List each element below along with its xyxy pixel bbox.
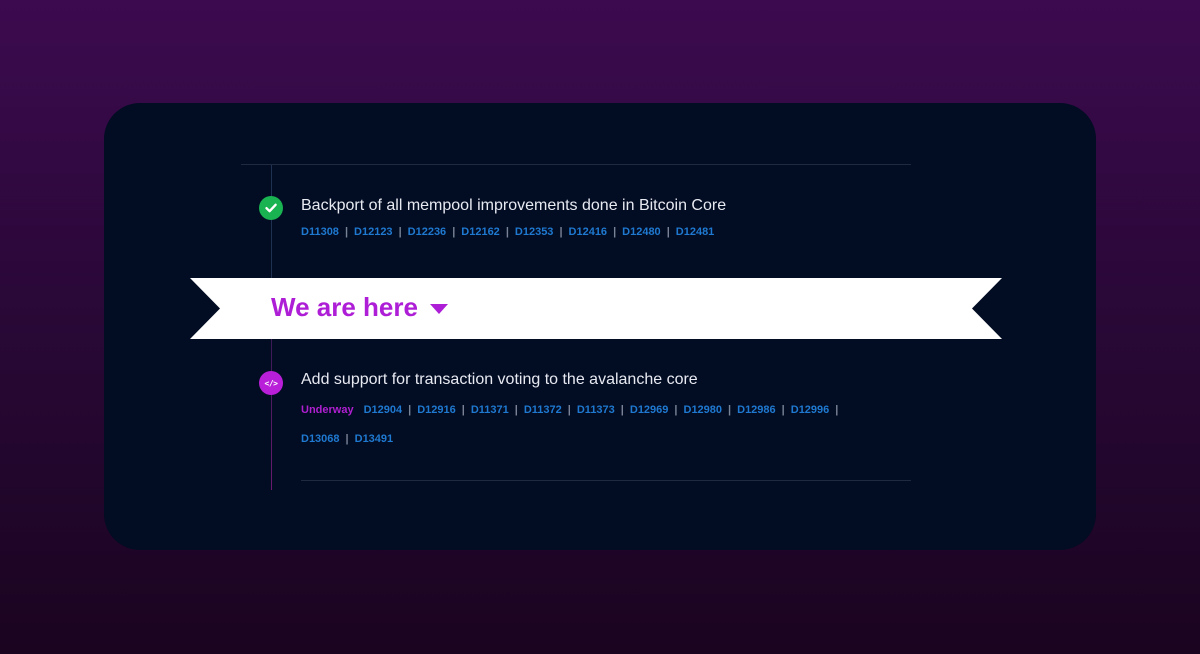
- diff-link[interactable]: D11373: [577, 404, 615, 416]
- diff-link[interactable]: D12986: [737, 404, 776, 416]
- code-icon: </>: [259, 371, 283, 395]
- diff-link[interactable]: D12162: [461, 226, 500, 238]
- link-separator: |: [781, 404, 785, 416]
- banner-text: We are here: [271, 292, 418, 322]
- we-are-here-banner: We are here: [190, 278, 1002, 339]
- banner-label: We are here: [271, 292, 448, 323]
- diff-link[interactable]: D11308: [301, 226, 339, 238]
- link-separator: |: [559, 226, 563, 238]
- bottom-divider: [301, 480, 911, 481]
- check-circle-icon: [259, 196, 283, 220]
- diff-link[interactable]: D12980: [684, 404, 723, 416]
- diff-link[interactable]: D11371: [471, 404, 509, 416]
- link-separator: |: [514, 404, 518, 416]
- link-separator: |: [728, 404, 732, 416]
- diff-link[interactable]: D12481: [676, 226, 715, 238]
- roadmap-item-links: Underway D12904 | D12916 | D11371 | D11372 | D113…: [301, 396, 901, 454]
- link-separator: |: [835, 404, 839, 416]
- diff-link[interactable]: D12353: [515, 226, 554, 238]
- roadmap-item-title: Add support for transaction voting to th…: [301, 371, 698, 388]
- diff-link[interactable]: D13491: [355, 433, 394, 445]
- diff-link[interactable]: D12904: [364, 404, 403, 416]
- link-separator: |: [398, 226, 402, 238]
- link-separator: |: [613, 226, 617, 238]
- diff-link[interactable]: D12123: [354, 226, 393, 238]
- link-separator: |: [666, 226, 670, 238]
- link-separator: |: [505, 226, 509, 238]
- diff-link[interactable]: D12480: [622, 226, 661, 238]
- diff-link[interactable]: D12969: [630, 404, 669, 416]
- caret-down-icon: [429, 303, 448, 314]
- link-separator: |: [620, 404, 624, 416]
- diff-link[interactable]: D12236: [408, 226, 447, 238]
- link-separator: |: [408, 404, 412, 416]
- roadmap-item-title: Backport of all mempool improvements don…: [301, 197, 727, 214]
- diff-link[interactable]: D12996: [791, 404, 830, 416]
- link-separator: |: [452, 226, 456, 238]
- link-separator: |: [674, 404, 678, 416]
- top-divider: [241, 164, 911, 165]
- diff-link[interactable]: D12916: [417, 404, 456, 416]
- timeline-line-top: [271, 165, 272, 279]
- diff-link[interactable]: D11372: [524, 404, 562, 416]
- link-separator: |: [345, 433, 349, 445]
- timeline-line-bottom: [271, 337, 272, 490]
- status-badge: Underway: [301, 404, 354, 416]
- roadmap-item-links: D11308 | D12123 | D12236 | D12162 | D12353 | D1241…: [301, 218, 901, 247]
- link-separator: |: [567, 404, 571, 416]
- diff-link[interactable]: D13068: [301, 433, 340, 445]
- link-separator: |: [461, 404, 465, 416]
- link-separator: |: [344, 226, 349, 238]
- diff-link[interactable]: D12416: [569, 226, 608, 238]
